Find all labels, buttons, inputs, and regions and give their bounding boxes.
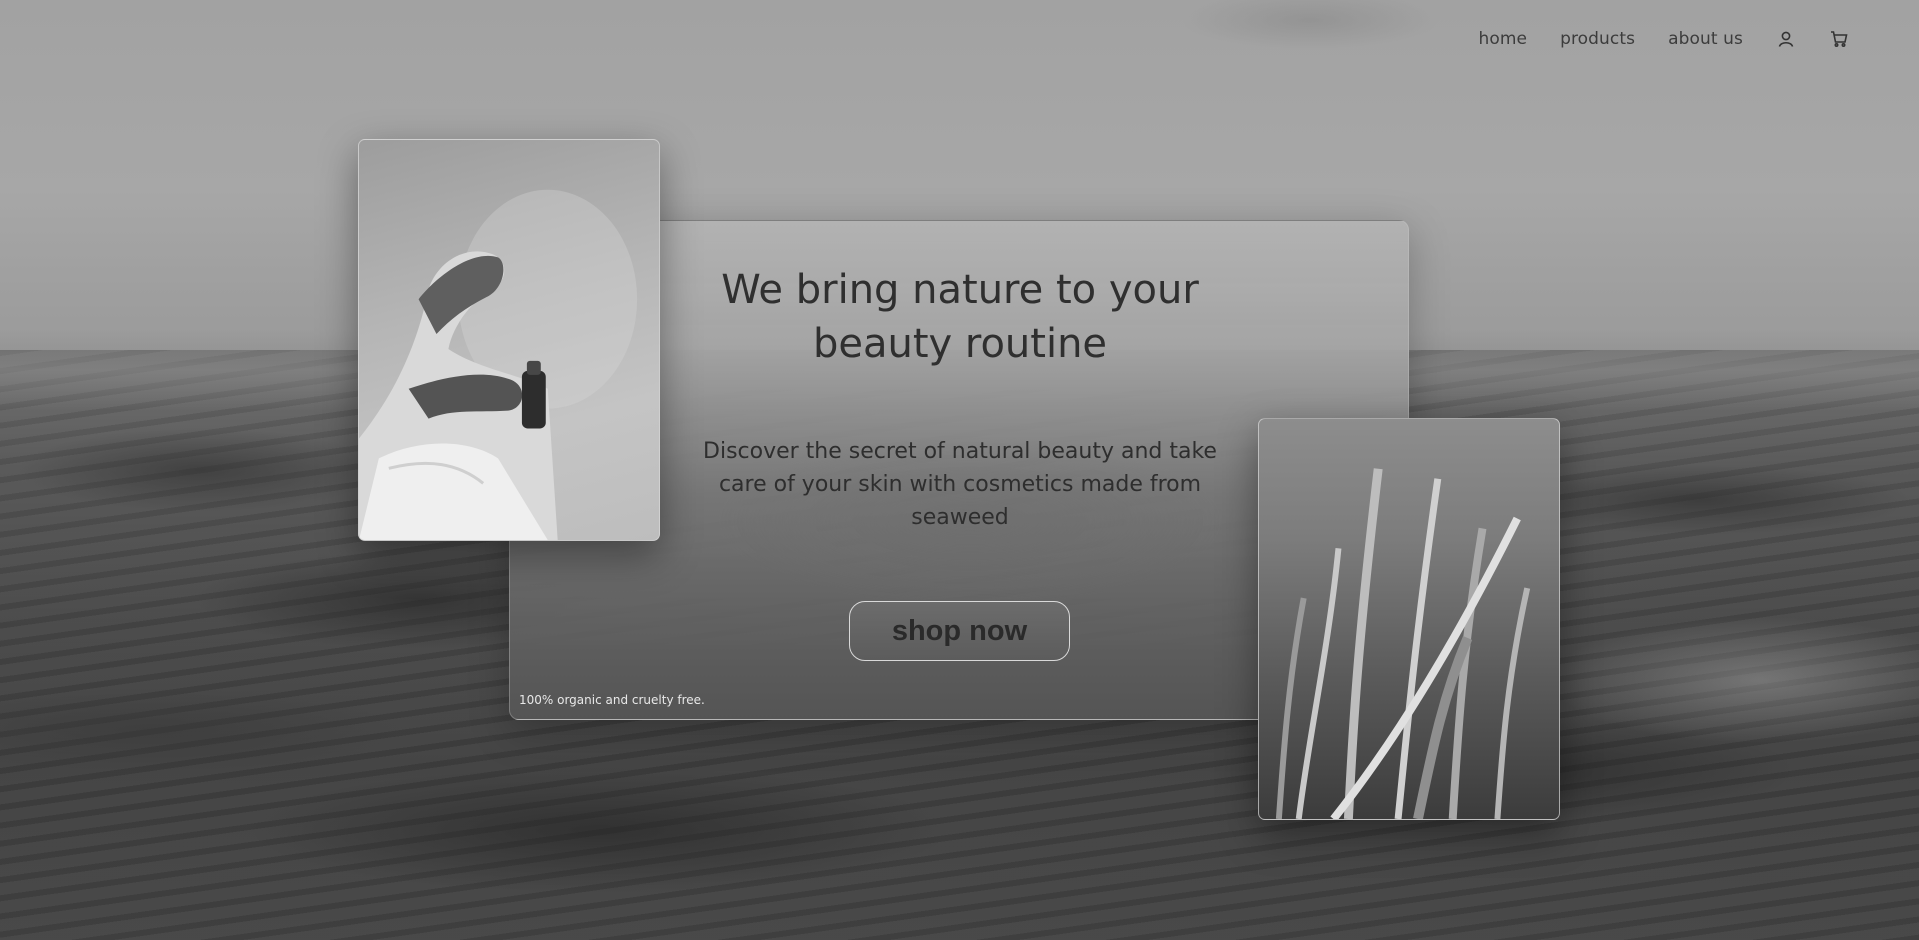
nav-link-home[interactable]: home [1478,29,1527,49]
nav-link-about-us[interactable]: about us [1668,29,1743,49]
top-navigation: home products about us [1478,26,1849,52]
hero-title: We bring nature to your beauty routine [721,267,1199,367]
cart-icon[interactable] [1829,29,1849,49]
nav-link-products[interactable]: products [1560,29,1635,49]
shop-now-button[interactable]: shop now [849,601,1070,661]
photo-underwater-seaweed [1258,418,1560,820]
hero-subtitle: Discover the secret of natural beauty an… [703,439,1217,530]
organic-footnote: 100% organic and cruelty free. [519,693,705,707]
fog-shape [1180,0,1440,50]
photo-hands-with-dropper-bottle [358,139,660,541]
user-icon[interactable] [1776,29,1796,49]
